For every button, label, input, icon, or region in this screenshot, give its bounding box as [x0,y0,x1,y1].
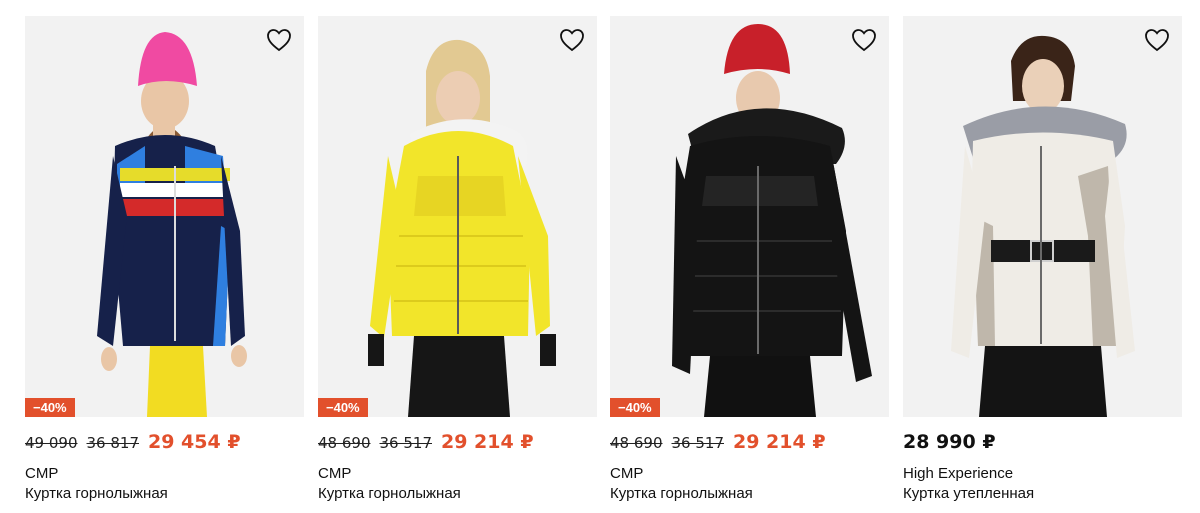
product-image-cmp-colorblock-jacket [25,16,304,417]
heart-icon[interactable] [1143,26,1171,54]
brand-name[interactable]: CMP [25,464,304,484]
discount-badge: −40% [318,398,368,417]
price-row: 28 990 ₽ [903,431,1182,457]
product-image-cmp-yellow-jacket [318,16,597,417]
previous-price: 36 517 [671,434,725,452]
heart-icon[interactable] [265,26,293,54]
product-title[interactable]: Куртка горнолыжная [610,484,889,504]
old-price: 49 090 [25,434,78,452]
product-title[interactable]: Куртка утепленная [903,484,1182,504]
product-card[interactable]: −40% 48 690 36 517 29 214 ₽ CMP Куртка г… [318,16,597,504]
product-photo[interactable] [903,16,1182,417]
product-image-cmp-black-jacket [610,16,889,417]
old-price: 48 690 [318,434,371,452]
previous-price: 36 817 [86,434,140,452]
price-row: 48 690 36 517 29 214 ₽ [318,431,597,457]
product-title[interactable]: Куртка горнолыжная [25,484,304,504]
old-price: 48 690 [610,434,663,452]
product-card[interactable]: −40% 49 090 36 817 29 454 ₽ CMP Куртка г… [25,16,304,504]
product-grid: −40% 49 090 36 817 29 454 ₽ CMP Куртка г… [0,0,1200,513]
product-card[interactable]: 28 990 ₽ High Experience Куртка утепленн… [903,16,1182,504]
brand-name[interactable]: CMP [610,464,889,484]
price-row: 49 090 36 817 29 454 ₽ [25,431,304,457]
current-price: 29 214 ₽ [441,431,534,453]
product-photo[interactable]: −40% [610,16,889,417]
heart-icon[interactable] [558,26,586,54]
product-card[interactable]: −40% 48 690 36 517 29 214 ₽ CMP Куртка г… [610,16,889,504]
current-price: 29 454 ₽ [148,431,241,453]
current-price: 29 214 ₽ [733,431,826,453]
product-image-high-experience-white-jacket [903,16,1182,417]
product-photo[interactable]: −40% [25,16,304,417]
product-title[interactable]: Куртка горнолыжная [318,484,597,504]
product-photo[interactable]: −40% [318,16,597,417]
brand-name[interactable]: High Experience [903,464,1182,484]
heart-icon[interactable] [850,26,878,54]
brand-name[interactable]: CMP [318,464,597,484]
discount-badge: −40% [25,398,75,417]
current-price: 28 990 ₽ [903,431,996,453]
discount-badge: −40% [610,398,660,417]
previous-price: 36 517 [379,434,433,452]
price-row: 48 690 36 517 29 214 ₽ [610,431,889,457]
